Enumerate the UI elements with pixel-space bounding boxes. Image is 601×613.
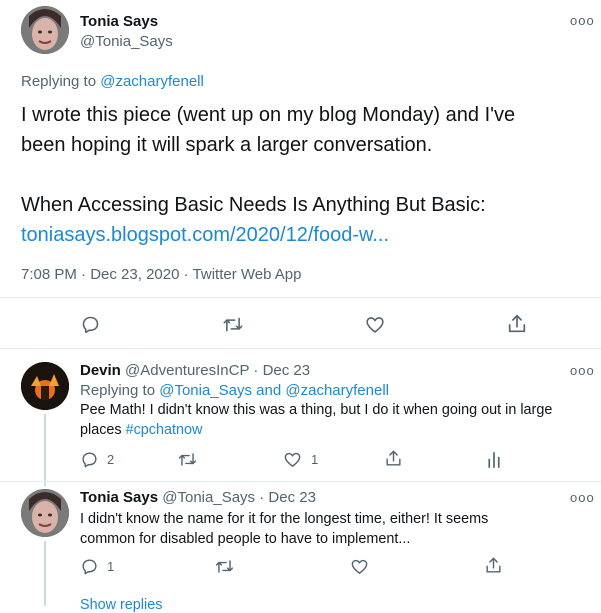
avatar-photo: [21, 6, 69, 54]
tweet-link[interactable]: toniasays.blogspot.com/2020/12/food-w...: [21, 224, 389, 247]
thread-line: [44, 414, 46, 486]
reply-header: Tonia Says @Tonia_Says · Dec 23: [80, 489, 316, 506]
tweet-source[interactable]: Twitter Web App: [193, 266, 302, 283]
reply-header: Devin @AdventuresInCP · Dec 23: [80, 362, 310, 379]
meta-separator: ·: [81, 266, 87, 283]
replying-to-prefix: Replying to: [80, 382, 160, 399]
retweet-icon[interactable]: [214, 557, 235, 576]
meta-separator: ·: [253, 362, 259, 379]
avatar[interactable]: [21, 489, 69, 537]
tweet-time[interactable]: 7:08 PM: [21, 266, 77, 283]
author-handle[interactable]: @Tonia_Says: [162, 489, 255, 506]
meta-separator: ·: [183, 266, 189, 283]
author-name[interactable]: Devin: [80, 362, 121, 379]
show-replies-link[interactable]: Show replies: [80, 597, 162, 613]
reply-date[interactable]: Dec 23: [268, 489, 316, 506]
hashtag-link[interactable]: #cpchatnow: [126, 422, 203, 438]
avatar[interactable]: [21, 6, 69, 54]
replying-to-and: and: [252, 382, 286, 399]
reply-date[interactable]: Dec 23: [263, 362, 311, 379]
author-handle[interactable]: @AdventuresInCP: [125, 362, 249, 379]
replying-to-link[interactable]: @Tonia_Says: [159, 382, 252, 399]
reply-text-line: Pee Math! I didn't know this was a thing…: [80, 402, 553, 418]
reply-icon[interactable]: [80, 314, 101, 335]
analytics-icon[interactable]: [486, 450, 502, 469]
tweet-text-line: been hoping it will spark a larger conve…: [21, 134, 433, 156]
more-icon[interactable]: ooo: [570, 14, 595, 27]
meta-separator: ·: [259, 489, 265, 506]
retweet-icon[interactable]: [177, 450, 198, 469]
reply-count: 2: [107, 452, 115, 467]
share-icon[interactable]: [484, 556, 503, 575]
reply-text-prefix: places: [80, 422, 126, 438]
reply-text-line: I didn't know the name for it for the lo…: [80, 511, 489, 527]
reply-count: 1: [107, 559, 115, 574]
tweet-text-line: When Accessing Basic Needs Is Anything B…: [21, 194, 486, 216]
tweet-text-line: I wrote this piece (went up on my blog M…: [21, 104, 516, 126]
replying-to-link[interactable]: @zacharyfenell: [100, 73, 204, 90]
avatar-photo: [21, 489, 69, 537]
like-icon[interactable]: [364, 314, 386, 335]
thread-line: [44, 541, 46, 606]
share-icon[interactable]: [384, 449, 403, 468]
share-icon[interactable]: [506, 313, 528, 335]
replying-to-link[interactable]: @zacharyfenell: [285, 382, 389, 399]
reply-icon[interactable]: [80, 450, 99, 469]
avatar-photo: [21, 362, 69, 410]
divider: [0, 297, 601, 298]
divider: [0, 348, 601, 349]
retweet-icon[interactable]: [221, 314, 245, 335]
author-name[interactable]: Tonia Says: [80, 489, 158, 506]
more-icon[interactable]: ooo: [570, 491, 595, 504]
tweet-meta: 7:08 PM · Dec 23, 2020 · Twitter Web App: [21, 266, 301, 283]
like-icon[interactable]: [283, 450, 302, 469]
avatar[interactable]: [21, 362, 69, 410]
reply-icon[interactable]: [80, 557, 99, 576]
replying-to-prefix: Replying to: [21, 73, 101, 90]
author-name[interactable]: Tonia Says: [80, 13, 158, 30]
more-icon[interactable]: ooo: [570, 364, 595, 377]
replying-to-line: Replying to @zacharyfenell: [21, 73, 204, 90]
author-handle[interactable]: @Tonia_Says: [80, 33, 173, 50]
like-icon[interactable]: [350, 557, 369, 576]
like-count: 1: [311, 452, 319, 467]
replying-to-line: Replying to @Tonia_Says and @zacharyfene…: [80, 382, 389, 399]
divider: [0, 481, 601, 482]
tweet-date[interactable]: Dec 23, 2020: [90, 266, 179, 283]
reply-text-line: places #cpchatnow: [80, 422, 202, 438]
reply-text-line: common for disabled people to have to im…: [80, 531, 411, 547]
